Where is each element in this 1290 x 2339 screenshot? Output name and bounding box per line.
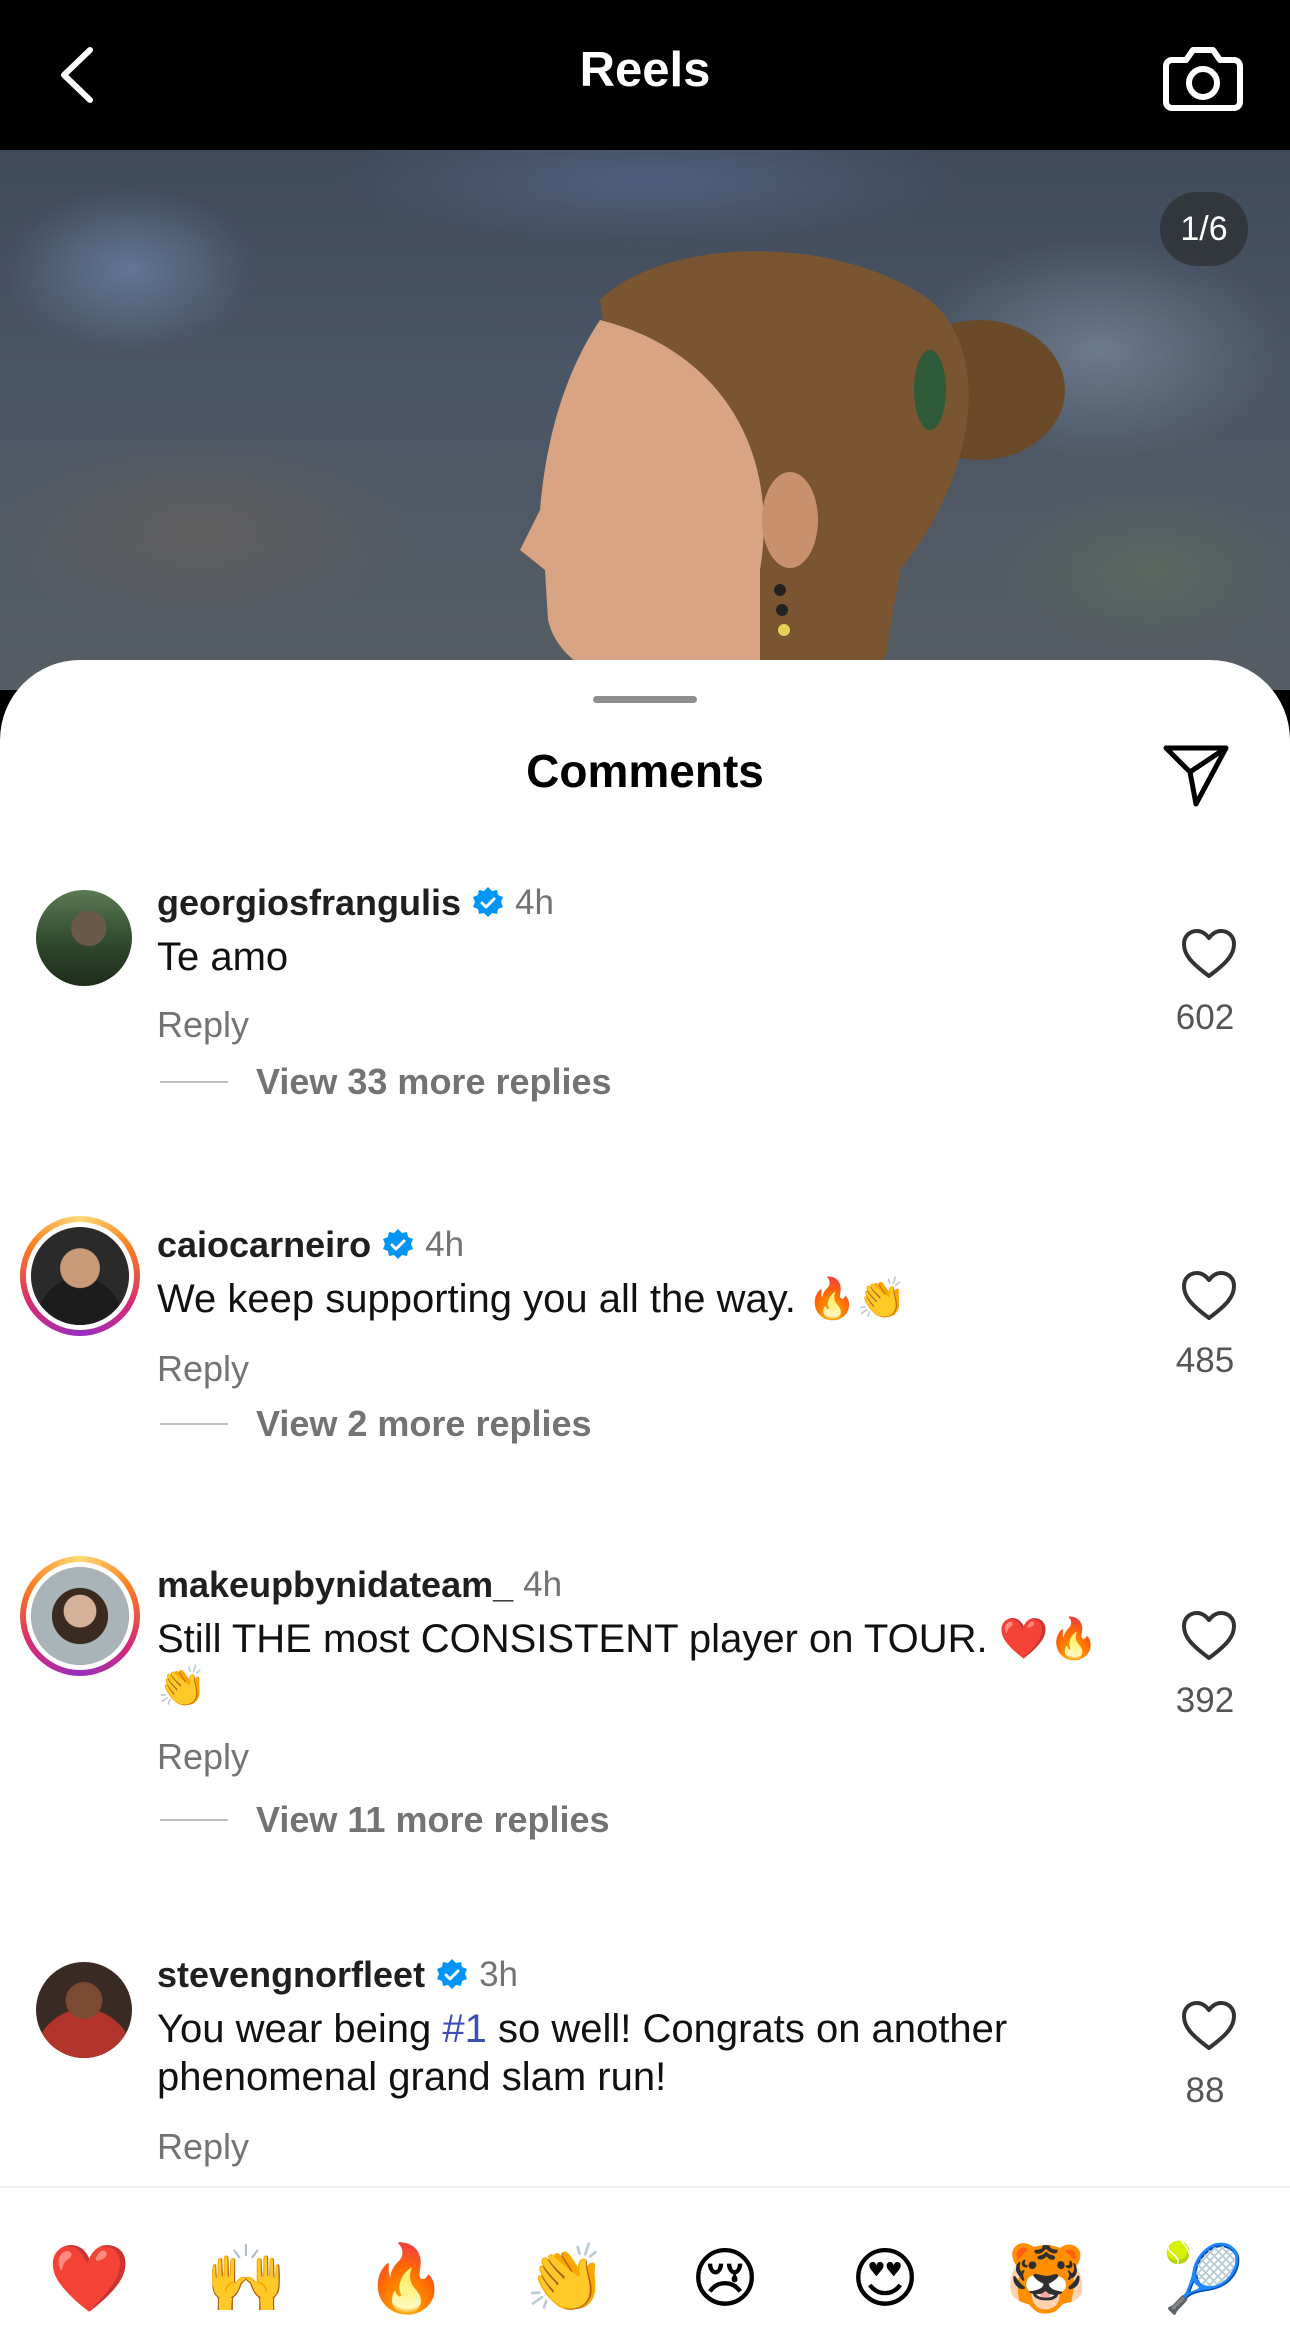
reply-button[interactable]: Reply (157, 1004, 249, 1046)
like-count: 485 (1175, 1341, 1235, 1380)
sheet-title: Comments (526, 745, 764, 797)
comment-item: caiocarneiro 4h We keep supporting you a… (0, 1216, 1290, 1444)
paper-plane-icon[interactable] (1160, 740, 1232, 812)
comments-sheet: Comments georgiosfrangulis 4h Te amo Rep… (0, 660, 1290, 2337)
comment-time: 3h (479, 1955, 519, 1994)
tiger-emoji-button[interactable]: 🐯 (1005, 2238, 1087, 2318)
comment-item: stevengnorfleet 3h You wear being #1 so … (0, 1950, 1290, 2170)
reply-button[interactable]: Reply (157, 2126, 249, 2168)
comment-meta: caiocarneiro 4h (157, 1220, 464, 1270)
sheet-grabber[interactable] (593, 696, 697, 703)
fire-emoji-button[interactable]: 🔥 (365, 2238, 447, 2318)
reply-button[interactable]: Reply (157, 1348, 249, 1390)
reel-player-image (520, 251, 1065, 690)
heart-eyes-emoji-button[interactable]: 😍 (845, 2238, 925, 2318)
like-count: 88 (1185, 2071, 1225, 2110)
camera-icon[interactable] (1158, 30, 1248, 120)
username[interactable]: makeupbynidateam_ (157, 1564, 513, 1606)
comment-meta: stevengnorfleet 3h (157, 1950, 518, 2000)
comment-meta: georgiosfrangulis 4h (157, 878, 554, 928)
view-replies-label: View 2 more replies (256, 1403, 592, 1444)
comment-text-part: You wear being (157, 2007, 443, 2051)
like-count: 602 (1175, 998, 1235, 1037)
avatar[interactable] (36, 1962, 132, 2058)
crying-emoji-button[interactable]: 😢 (685, 2238, 765, 2318)
comment-time: 4h (425, 1225, 465, 1264)
reply-button[interactable]: Reply (157, 1736, 249, 1778)
heart-icon[interactable] (1180, 1270, 1238, 1322)
verified-badge-icon (437, 1959, 468, 1989)
page-title: Reels (579, 43, 711, 97)
replies-divider (160, 1423, 228, 1425)
verified-badge-icon (383, 1229, 414, 1259)
emoji-reaction-bar: ❤️ 🙌 🔥 👏 😢 😍 🐯 🎾 (0, 2186, 1290, 2339)
raising-hands-emoji-button[interactable]: 🙌 (205, 2238, 287, 2318)
comment-item: makeupbynidateam_ 4h Still THE most CONS… (0, 1556, 1290, 1840)
reel-video[interactable]: 1/6 (0, 150, 1290, 690)
replies-divider (160, 1819, 228, 1821)
view-replies-button[interactable]: View 2 more replies (160, 1403, 592, 1445)
comment-time: 4h (515, 883, 554, 922)
comment-text: Te amo (157, 935, 289, 979)
heart-icon[interactable] (1180, 1610, 1238, 1662)
view-replies-label: View 11 more replies (256, 1799, 610, 1840)
username[interactable]: stevengnorfleet (157, 1954, 425, 1996)
username[interactable]: caiocarneiro (157, 1224, 371, 1266)
clapping-emoji-button[interactable]: 👏 (525, 2238, 607, 2318)
view-replies-button[interactable]: View 33 more replies (160, 1061, 612, 1103)
like-count: 392 (1175, 1681, 1235, 1720)
heart-icon[interactable] (1180, 2000, 1238, 2052)
username[interactable]: georgiosfrangulis (157, 882, 461, 924)
comment-text: Still THE most CONSISTENT player on TOUR… (157, 1617, 1099, 1709)
avatar[interactable] (20, 1556, 140, 1676)
comment-meta: makeupbynidateam_ 4h (157, 1560, 562, 1610)
heart-emoji-button[interactable]: ❤️ (48, 2238, 130, 2318)
top-bar: Reels (0, 0, 1290, 150)
comment-text: You wear being #1 so well! Congrats on a… (157, 2005, 1137, 2101)
replies-divider (160, 1081, 228, 1083)
avatar[interactable] (20, 1216, 140, 1336)
media-counter: 1/6 (1160, 192, 1248, 266)
view-replies-label: View 33 more replies (256, 1061, 612, 1102)
comment-item: georgiosfrangulis 4h Te amo Reply 602 Vi… (0, 878, 1290, 1102)
comment-time: 4h (523, 1565, 563, 1604)
hashtag-link[interactable]: #1 (442, 2007, 487, 2051)
verified-badge-icon (473, 887, 504, 917)
comment-text: We keep supporting you all the way. 🔥👏 (157, 1277, 907, 1321)
tennis-ball-emoji-button[interactable]: 🎾 (1162, 2238, 1244, 2318)
view-replies-button[interactable]: View 11 more replies (160, 1799, 610, 1841)
avatar[interactable] (36, 890, 132, 986)
heart-icon[interactable] (1180, 928, 1238, 980)
